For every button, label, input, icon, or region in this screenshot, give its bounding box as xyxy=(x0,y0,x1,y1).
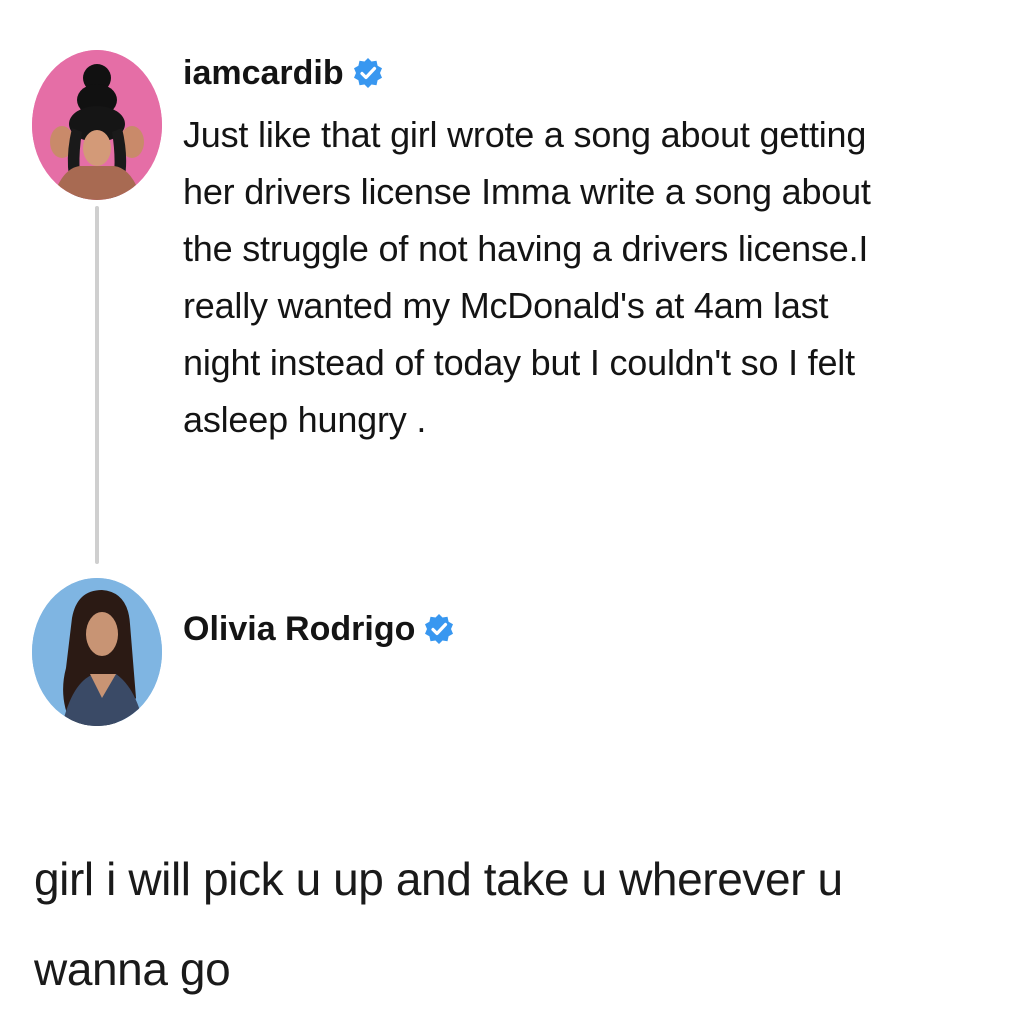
thread-connector-line xyxy=(95,206,99,564)
avatar-iamcardib[interactable] xyxy=(32,50,162,200)
post-author[interactable]: iamcardib xyxy=(183,50,384,96)
avatar-image xyxy=(32,578,162,726)
avatar-olivia-rodrigo[interactable] xyxy=(32,578,162,726)
verified-badge-icon xyxy=(425,614,454,644)
post-username[interactable]: iamcardib xyxy=(183,50,344,96)
reply-username[interactable]: Olivia Rodrigo xyxy=(183,606,415,652)
reply-author[interactable]: Olivia Rodrigo xyxy=(183,606,455,652)
post-text: Just like that girl wrote a song about g… xyxy=(183,114,871,440)
verified-badge-icon xyxy=(353,58,382,88)
comment-thread: iamcardib Just like that girl wrote a so… xyxy=(0,0,1022,1024)
reply-text: girl i will pick u up and take u whereve… xyxy=(34,853,843,995)
avatar-image xyxy=(32,50,162,200)
